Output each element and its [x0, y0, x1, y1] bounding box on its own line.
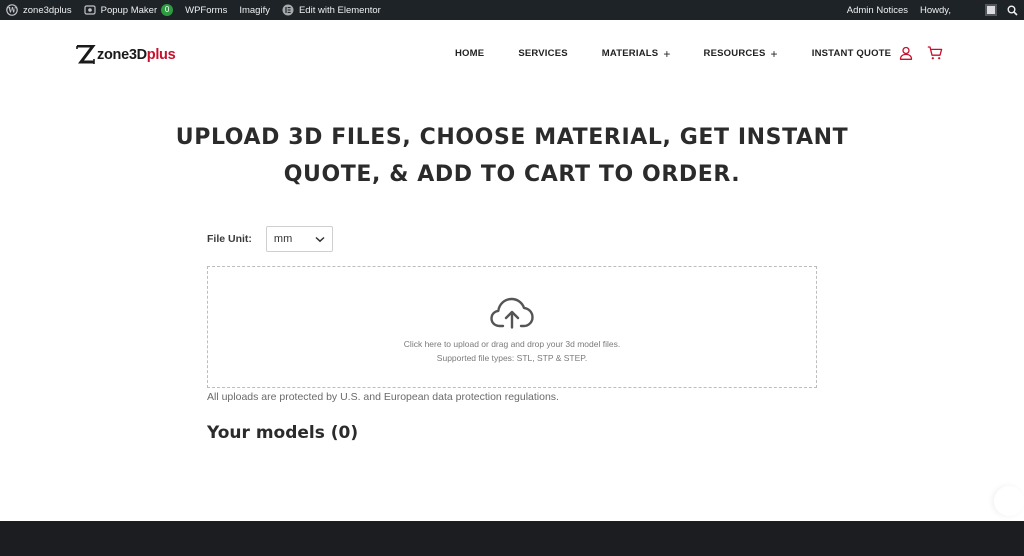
admin-bar-wpforms[interactable]: WPForms: [179, 0, 233, 20]
dropzone-instructions: Click here to upload or drag and drop yo…: [404, 337, 620, 365]
svg-text:W: W: [7, 6, 16, 15]
file-unit-select[interactable]: mm: [265, 226, 333, 252]
chevron-down-icon: [315, 236, 325, 242]
popup-count-badge: 0: [161, 4, 174, 16]
cart-icon[interactable]: [927, 46, 943, 60]
dropzone-instructions-line: Click here to upload or drag and drop yo…: [403, 339, 621, 349]
file-unit-row: File Unit: mm: [207, 226, 333, 252]
supported-file-types: Supported file types: STL, STP & STEP.: [436, 353, 588, 363]
howdy-label: Howdy,: [920, 4, 951, 16]
header-icons: [899, 46, 943, 60]
elementor-icon: [282, 4, 294, 16]
nav-item-instant-quote-label: INSTANT QUOTE: [811, 48, 892, 59]
admin-notices-label: Admin Notices: [846, 4, 909, 16]
nav-item-home[interactable]: HOME: [455, 48, 484, 59]
admin-bar-site[interactable]: W zone3dplus: [0, 0, 78, 20]
logo-text: zone3Dplus: [97, 47, 176, 63]
avatar[interactable]: [985, 4, 997, 16]
howdy-account[interactable]: Howdy,: [914, 0, 957, 20]
file-unit-value: mm: [273, 233, 293, 245]
wordpress-icon: W: [6, 4, 18, 16]
admin-bar-elementor[interactable]: Edit with Elementor: [276, 0, 387, 20]
plus-icon: +: [770, 46, 778, 61]
cloud-upload-icon: [490, 297, 534, 329]
user-icon[interactable]: [899, 46, 913, 60]
admin-bar-popup-maker[interactable]: Popup Maker 0: [78, 0, 180, 20]
scroll-widget-button[interactable]: [994, 486, 1024, 516]
file-unit-label: File Unit:: [207, 233, 252, 245]
nav-item-resources-label: RESOURCES: [703, 48, 766, 59]
admin-bar-elementor-label: Edit with Elementor: [298, 4, 381, 16]
nav-item-services-label: SERVICES: [518, 48, 568, 59]
search-icon[interactable]: [1007, 5, 1018, 16]
admin-bar-imagify[interactable]: Imagify: [233, 0, 276, 20]
data-protection-note: All uploads are protected by U.S. and Eu…: [207, 391, 559, 403]
nav-item-instant-quote[interactable]: INSTANT QUOTE: [812, 48, 891, 59]
page-title-line-1: UPLOAD 3D FILES, CHOOSE MATERIAL, GET IN…: [175, 125, 849, 150]
admin-bar-site-label: zone3dplus: [23, 4, 72, 16]
admin-notices-link[interactable]: Admin Notices: [841, 0, 914, 20]
admin-bar-popup-maker-label: Popup Maker: [100, 4, 158, 16]
site-logo[interactable]: zone3Dplus: [76, 44, 176, 66]
file-upload-dropzone[interactable]: Click here to upload or drag and drop yo…: [207, 266, 817, 388]
admin-bar-wpforms-label: WPForms: [185, 4, 228, 16]
nav-item-materials[interactable]: MATERIALS +: [601, 46, 671, 61]
popup-maker-icon: [84, 5, 96, 15]
site-footer: [0, 521, 1024, 556]
page-title-line-2: QUOTE, & ADD TO CART TO ORDER.: [283, 162, 741, 187]
logo-text-main: zone3D: [97, 47, 147, 63]
page-title: UPLOAD 3D FILES, CHOOSE MATERIAL, GET IN…: [0, 119, 1024, 193]
logo-text-accent: plus: [146, 47, 176, 63]
wp-admin-bar: W zone3dplus Popup Maker 0 WPForms Imagi…: [0, 0, 1024, 20]
nav-item-resources[interactable]: RESOURCES +: [703, 46, 778, 61]
plus-icon: +: [663, 46, 671, 61]
nav-item-services[interactable]: SERVICES: [518, 48, 567, 59]
admin-bar-imagify-label: Imagify: [239, 4, 270, 16]
site-header: zone3Dplus HOME SERVICES MATERIALS + RESO…: [0, 20, 1024, 88]
your-models-heading: Your models (0): [207, 423, 359, 443]
main-nav: HOME SERVICES MATERIALS + RESOURCES + INST…: [455, 46, 891, 61]
logo-mark-icon: [76, 45, 96, 64]
nav-item-materials-label: MATERIALS: [601, 48, 659, 59]
nav-item-home-label: HOME: [455, 48, 485, 59]
